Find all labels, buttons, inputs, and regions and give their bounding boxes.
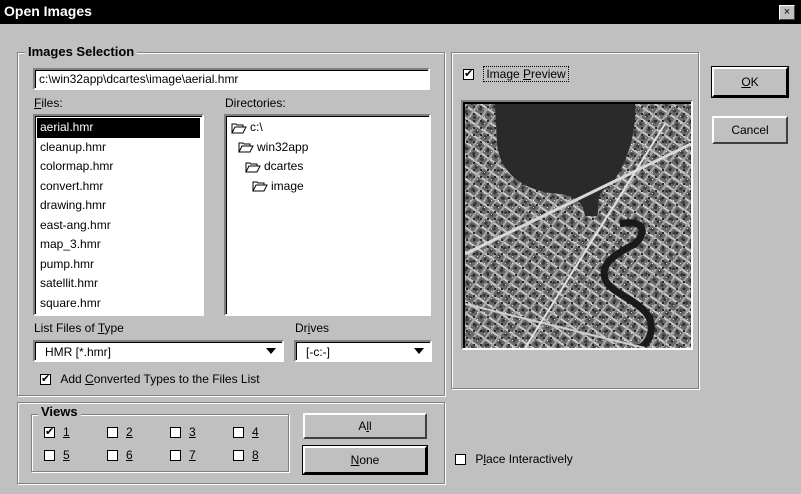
directories-list[interactable]: c:\ win32app dcartes image xyxy=(224,114,431,316)
checkbox-icon[interactable] xyxy=(170,450,181,462)
views-group xyxy=(31,414,289,472)
directory-item[interactable]: c:\ xyxy=(228,118,427,138)
checkbox-icon[interactable] xyxy=(455,454,466,466)
directory-item[interactable]: image xyxy=(228,177,427,197)
checkbox-icon[interactable] xyxy=(44,425,55,439)
view-checkbox-3[interactable]: 3 xyxy=(170,425,196,439)
drives-value: [-c:-] xyxy=(306,345,330,359)
place-interactively-checkbox[interactable]: Place Interactively xyxy=(455,452,573,466)
folder-open-icon xyxy=(252,181,268,192)
close-button[interactable]: × xyxy=(779,5,795,20)
checkbox-icon[interactable] xyxy=(233,450,244,462)
ok-button[interactable]: OK xyxy=(711,66,789,98)
directory-label: image xyxy=(271,178,304,193)
checkbox-icon[interactable] xyxy=(40,372,51,386)
dropdown-arrow-icon[interactable] xyxy=(264,344,278,358)
view-label: 5 xyxy=(63,448,70,462)
views-legend: Views xyxy=(38,404,81,419)
list-item[interactable]: pump.hmr xyxy=(37,255,200,275)
checkbox-icon[interactable] xyxy=(463,67,474,81)
drives-label: Drives xyxy=(295,321,330,335)
list-item[interactable]: map_3.hmr xyxy=(37,235,200,255)
directories-label: Directories: xyxy=(225,96,286,110)
view-checkbox-4[interactable]: 4 xyxy=(233,425,259,439)
list-item[interactable]: colormap.hmr xyxy=(37,157,200,177)
path-input[interactable]: c:\win32app\dcartes\image\aerial.hmr xyxy=(33,68,430,90)
view-checkbox-7[interactable]: 7 xyxy=(170,448,196,462)
view-checkbox-8[interactable]: 8 xyxy=(233,448,259,462)
images-selection-legend: Images Selection xyxy=(25,44,138,59)
folder-open-icon xyxy=(231,123,247,134)
view-label: 3 xyxy=(189,425,196,439)
checkbox-icon[interactable] xyxy=(107,450,118,462)
files-label-text: iles: xyxy=(41,96,63,110)
directory-label: win32app xyxy=(257,139,309,154)
view-label: 7 xyxy=(189,448,196,462)
directory-item[interactable]: dcartes xyxy=(228,157,427,177)
view-label: 6 xyxy=(126,448,133,462)
list-item[interactable]: cleanup.hmr xyxy=(37,138,200,158)
checkbox-icon[interactable] xyxy=(107,427,118,439)
view-label: 1 xyxy=(63,425,70,439)
list-item[interactable]: satellit.hmr xyxy=(37,274,200,294)
preview-image xyxy=(461,100,693,352)
list-item[interactable]: east-ang.hmr xyxy=(37,216,200,236)
list-type-select[interactable]: HMR [*.hmr] xyxy=(33,340,284,362)
add-converted-checkbox[interactable]: Add Converted Types to the Files List xyxy=(40,372,260,386)
close-icon: × xyxy=(783,6,791,18)
folder-open-icon xyxy=(245,162,261,173)
window-title: Open Images xyxy=(4,3,92,19)
checkbox-icon[interactable] xyxy=(170,427,181,439)
image-preview-label: Image Preview xyxy=(483,66,569,82)
add-converted-label: Add Converted Types to the Files List xyxy=(60,372,260,386)
list-type-label: List Files of Type xyxy=(34,321,124,335)
files-list[interactable]: aerial.hmr cleanup.hmr colormap.hmr convert… xyxy=(33,114,204,316)
checkbox-icon[interactable] xyxy=(233,427,244,439)
files-label: Files: xyxy=(34,96,63,110)
drives-select[interactable]: [-c:-] xyxy=(294,340,432,362)
dropdown-arrow-icon[interactable] xyxy=(412,344,426,358)
list-type-value: HMR [*.hmr] xyxy=(45,345,111,359)
image-preview-checkbox[interactable]: Image Preview xyxy=(463,66,569,82)
checkbox-icon[interactable] xyxy=(44,450,55,462)
view-label: 2 xyxy=(126,425,133,439)
path-input-value: c:\win32app\dcartes\image\aerial.hmr xyxy=(39,72,239,86)
view-label: 8 xyxy=(252,448,259,462)
all-button[interactable]: All xyxy=(303,413,427,439)
aerial-preview xyxy=(464,104,692,352)
view-checkbox-6[interactable]: 6 xyxy=(107,448,133,462)
none-button[interactable]: None xyxy=(302,445,428,475)
list-item[interactable]: aerial.hmr xyxy=(37,118,200,138)
list-item[interactable]: drawing.hmr xyxy=(37,196,200,216)
list-item[interactable]: square.hmr xyxy=(37,294,200,314)
view-checkbox-5[interactable]: 5 xyxy=(44,448,70,462)
cancel-button[interactable]: Cancel xyxy=(712,116,788,144)
view-checkbox-1[interactable]: 1 xyxy=(44,425,70,439)
list-item[interactable]: convert.hmr xyxy=(37,177,200,197)
directory-item[interactable]: win32app xyxy=(228,138,427,158)
view-label: 4 xyxy=(252,425,259,439)
directory-label: dcartes xyxy=(264,159,304,173)
title-bar[interactable]: Open Images × xyxy=(0,0,801,24)
place-interactively-label: Place Interactively xyxy=(475,452,573,466)
directory-label: c:\ xyxy=(250,120,263,134)
cancel-label: Cancel xyxy=(731,123,769,137)
folder-open-icon xyxy=(238,142,254,153)
view-checkbox-2[interactable]: 2 xyxy=(107,425,133,439)
